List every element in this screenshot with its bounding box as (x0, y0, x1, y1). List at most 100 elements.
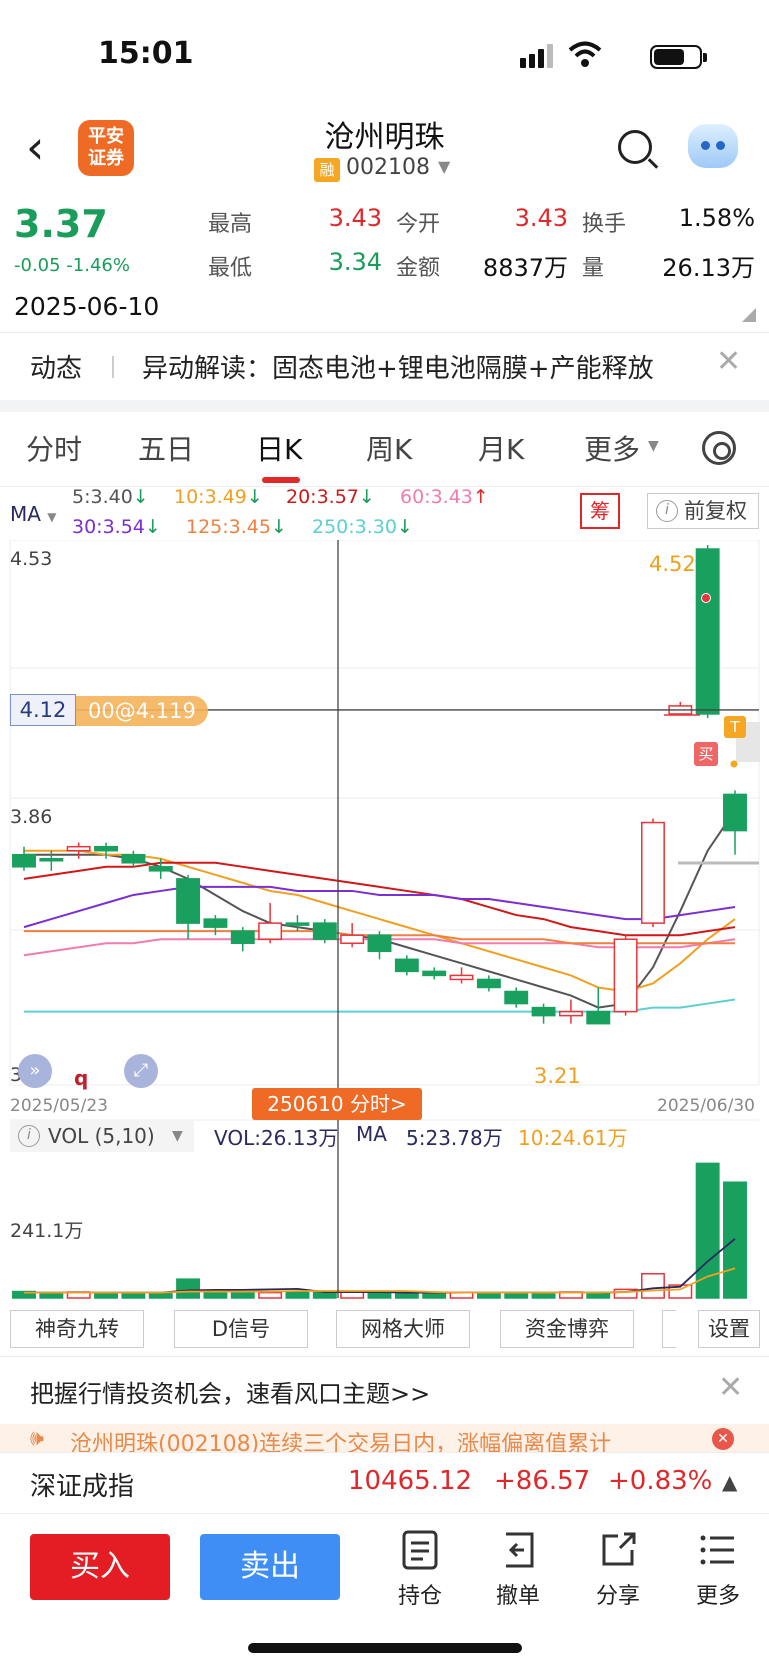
tool-d-signal[interactable]: D信号 (174, 1310, 308, 1348)
info-icon[interactable]: i (656, 500, 678, 522)
buy-marker-badge[interactable]: 买 (694, 742, 718, 766)
news-tag[interactable]: 动态 (30, 348, 82, 385)
volume-bar (422, 1292, 447, 1299)
candle-body (394, 958, 419, 973)
gear-icon[interactable] (702, 431, 736, 465)
turnover-value: 1.58% (678, 204, 755, 232)
volume-bars (12, 1162, 747, 1299)
notice-text[interactable]: 沧州明珠(002108)连续三个交易日内，涨幅偏离值累计 (70, 1426, 700, 1452)
tool-fund-game[interactable]: 资金博弈 (500, 1310, 634, 1348)
share-icon (602, 1532, 636, 1566)
sell-button[interactable]: 卖出 (200, 1534, 340, 1600)
candle-body (39, 858, 64, 862)
candle-body (476, 978, 501, 989)
ma-line-20 (23, 861, 736, 937)
vol-ma5-line (24, 1238, 736, 1294)
candle-body (367, 934, 392, 953)
ma-selector[interactable]: MA ▼ (10, 502, 57, 526)
share-button[interactable]: 分享 (578, 1530, 658, 1610)
candle-body (449, 974, 474, 981)
tab-fenshi[interactable]: 分时 (26, 428, 82, 468)
volume-bar (476, 1292, 501, 1299)
volume-bar (723, 1181, 747, 1299)
candle-body (504, 990, 529, 1005)
candle-body (258, 922, 283, 940)
news-headline[interactable]: 异动解读：固态电池+锂电池隔膜+产能释放 (142, 348, 654, 385)
ma20-legend: 20:3.57↓ (286, 486, 375, 508)
volume-bar (531, 1292, 556, 1299)
positions-button[interactable]: 持仓 (380, 1530, 460, 1610)
fast-forward-icon[interactable]: » (18, 1054, 52, 1088)
more-button[interactable]: 更多 (678, 1530, 758, 1610)
ma125-legend: 125:3.45↓ (186, 516, 287, 538)
quote-date: 2025-06-10 (14, 292, 160, 321)
candle-body (558, 1010, 583, 1017)
section-gap (0, 400, 769, 412)
candle-body (285, 922, 310, 926)
low-value: 3.34 (328, 248, 382, 276)
close-icon[interactable]: ✕ (712, 1428, 734, 1450)
t-trade-badge[interactable]: T (724, 716, 746, 738)
vol-ma5: 5:23.78万 (406, 1126, 503, 1150)
candle-body (203, 918, 228, 928)
tab-weekly-k[interactable]: 周K (366, 428, 412, 468)
candle-body (230, 930, 255, 944)
divider (0, 1356, 769, 1357)
volume-bar (176, 1278, 201, 1299)
volume-bar (230, 1291, 255, 1299)
tool-magic-nine[interactable]: 神奇九转 (10, 1310, 144, 1348)
close-icon[interactable]: ✕ (718, 1370, 743, 1405)
high-label: 最高 (208, 212, 253, 237)
high-value: 3.43 (328, 204, 382, 232)
tab-five-day[interactable]: 五日 (138, 428, 194, 468)
volume-bar (695, 1162, 720, 1299)
kline-chart[interactable] (0, 540, 769, 1300)
candle-body (94, 845, 119, 852)
candle-body (148, 866, 173, 872)
volume-bar (285, 1291, 310, 1299)
high-marker: 4.52 (649, 552, 696, 576)
stock-code[interactable]: 002108 (346, 155, 430, 180)
turnover-label: 换手 (582, 212, 627, 237)
expand-corner-icon[interactable] (742, 308, 756, 322)
chip-distribution-button[interactable]: 筹 (580, 493, 620, 529)
vol-value: VOL:26.13万 (214, 1126, 339, 1150)
close-icon[interactable]: ✕ (716, 344, 741, 379)
volume-bar (94, 1292, 119, 1299)
marker-dot (730, 760, 738, 768)
caret-up-icon[interactable]: ▲ (722, 1470, 737, 1494)
tab-daily-k[interactable]: 日K (256, 428, 302, 468)
menu-icon (700, 1535, 734, 1565)
info-icon[interactable]: i (18, 1125, 40, 1147)
ma10-legend: 10:3.49↓ (174, 486, 263, 508)
y-axis-top: 4.53 (10, 548, 53, 570)
tab-more[interactable]: 更多 (584, 428, 640, 468)
battery-icon (650, 45, 707, 69)
tool-settings[interactable]: 设置 (698, 1310, 760, 1348)
promo-banner[interactable]: 把握行情投资机会，速看风口主题>> (30, 1374, 430, 1409)
stock-name: 沧州明珠 (324, 120, 445, 155)
candle-body (176, 878, 201, 924)
tool-overflow[interactable] (662, 1310, 676, 1348)
intraday-button[interactable]: 250610 分时> (252, 1088, 422, 1120)
home-indicator (248, 1643, 522, 1653)
caret-down-icon[interactable]: ▼ (438, 157, 450, 176)
ma250-legend: 250:3.30↓ (312, 516, 413, 538)
order-price-pill[interactable]: 00@4.119 (76, 696, 208, 726)
marker-dot (701, 593, 711, 603)
fullscreen-icon[interactable]: ⤢ (124, 1054, 158, 1088)
index-value: 10465.12 (348, 1466, 473, 1496)
volume-value: 26.13万 (662, 254, 755, 282)
volume-bar (367, 1291, 392, 1299)
ai-assistant-icon[interactable] (688, 124, 738, 168)
volume-bar (312, 1291, 337, 1299)
buy-button[interactable]: 买入 (30, 1534, 170, 1600)
vol-axis-label: 241.1万 (10, 1220, 84, 1242)
open-label: 今开 (396, 212, 441, 237)
tab-monthly-k[interactable]: 月K (478, 428, 524, 468)
caret-down-icon[interactable]: ▼ (172, 1128, 183, 1144)
caret-down-icon[interactable]: ▼ (648, 438, 659, 454)
search-icon[interactable] (618, 130, 652, 164)
cancel-order-button[interactable]: 撤单 (478, 1530, 558, 1610)
tool-grid-master[interactable]: 网格大师 (336, 1310, 470, 1348)
